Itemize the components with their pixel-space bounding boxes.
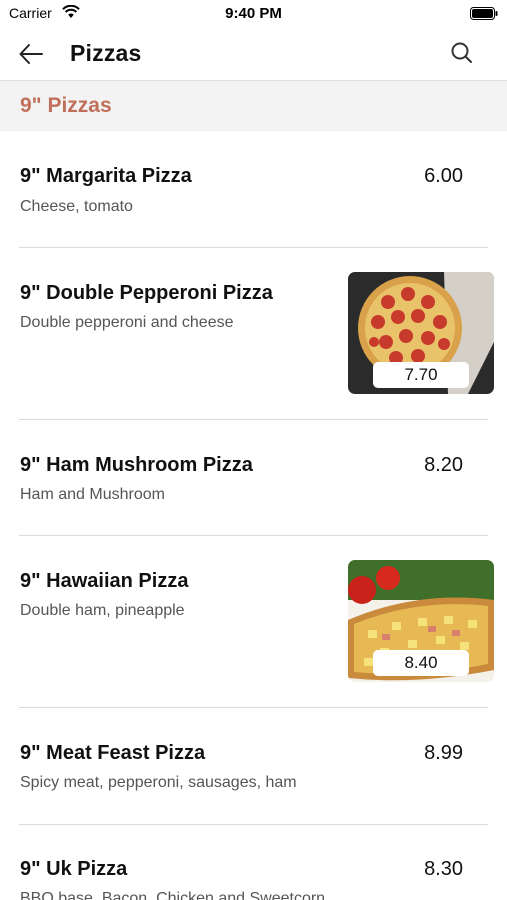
item-name: 9" Double Pepperoni Pizza (20, 282, 273, 304)
page-title: Pizzas (70, 40, 142, 66)
pepperoni-pizza-image: 7.70 (348, 272, 494, 394)
item-description: Double ham, pineapple (20, 602, 185, 619)
item-description: Cheese, tomato (20, 198, 133, 215)
menu-item-hawaiian[interactable]: 9" Hawaiian Pizza Double ham, pineapple … (0, 536, 507, 708)
navigation-bar: Pizzas (0, 28, 507, 81)
clock: 9:40 PM (225, 5, 282, 22)
item-description: BBQ base, Bacon, Chicken and Sweetcorn (20, 890, 326, 900)
section-title: 9" Pizzas (20, 94, 112, 117)
item-price: 8.30 (424, 858, 463, 880)
item-price: 6.00 (424, 165, 463, 187)
menu-item-ham-mushroom[interactable]: 9" Ham Mushroom Pizza Ham and Mushroom 8… (0, 420, 507, 536)
item-name: 9" Uk Pizza (20, 858, 128, 880)
item-price: 8.20 (424, 454, 463, 476)
item-description: Spicy meat, pepperoni, sausages, ham (20, 774, 297, 791)
item-name: 9" Ham Mushroom Pizza (20, 454, 253, 476)
arrow-left-icon[interactable] (17, 40, 45, 68)
item-description: Ham and Mushroom (20, 486, 165, 503)
item-price: 7.70 (373, 362, 469, 388)
status-bar: Carrier 9:40 PM (0, 0, 507, 28)
menu-item-meat-feast[interactable]: 9" Meat Feast Pizza Spicy meat, pepperon… (0, 708, 507, 825)
battery-icon (470, 7, 498, 20)
hawaiian-pizza-image: 8.40 (348, 560, 494, 682)
search-icon[interactable] (449, 40, 475, 66)
menu-item-margarita[interactable]: 9" Margarita Pizza Cheese, tomato 6.00 (0, 131, 507, 248)
menu-item-uk[interactable]: 9" Uk Pizza BBQ base, Bacon, Chicken and… (0, 825, 507, 900)
item-description: Double pepperoni and cheese (20, 314, 234, 331)
item-name: 9" Hawaiian Pizza (20, 570, 189, 592)
item-price: 8.40 (373, 650, 469, 676)
item-name: 9" Meat Feast Pizza (20, 742, 206, 764)
menu-item-double-pepperoni[interactable]: 9" Double Pepperoni Pizza Double peppero… (0, 248, 507, 420)
item-name: 9" Margarita Pizza (20, 165, 192, 187)
item-price: 8.99 (424, 742, 463, 764)
section-header: 9" Pizzas (0, 81, 507, 131)
